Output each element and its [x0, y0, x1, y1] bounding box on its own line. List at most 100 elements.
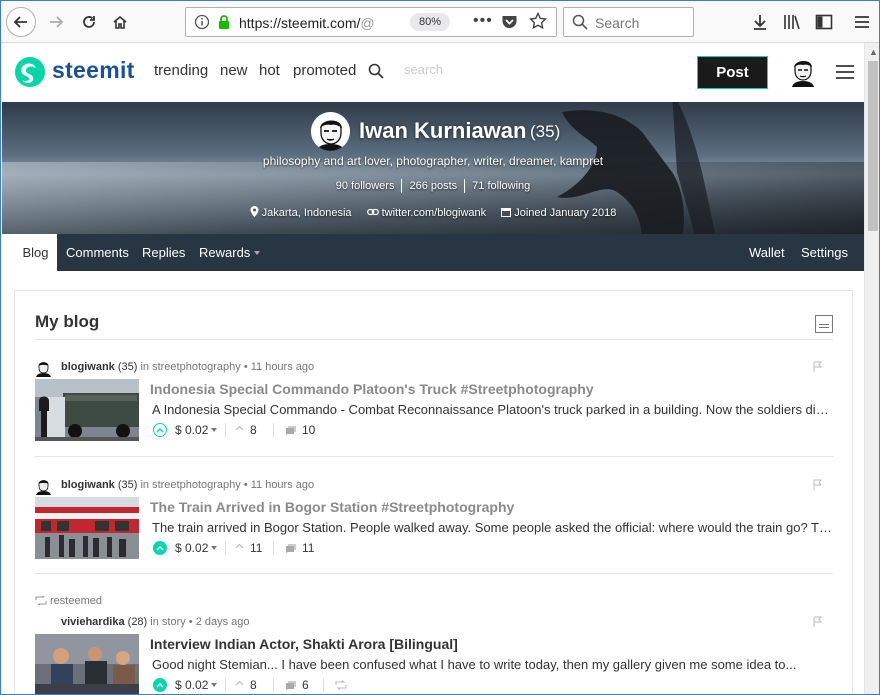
upvote-button[interactable]	[153, 423, 167, 437]
post-excerpt[interactable]: Good night Stemian... I have been confus…	[152, 657, 832, 672]
footer-divider	[273, 678, 274, 692]
resteem-indicator: resteemed	[35, 595, 102, 607]
toggle-line	[819, 327, 829, 328]
chevron-up-icon	[156, 546, 164, 551]
vote-count[interactable]: 8	[250, 423, 257, 437]
arrow-left-icon	[13, 16, 27, 28]
vote-count[interactable]: 8	[250, 678, 257, 692]
comment-count[interactable]: 6	[302, 678, 309, 692]
post-title[interactable]: The Train Arrived in Bogor Station #Stre…	[150, 499, 514, 515]
blog-feed: My blog blogiwank (35) in streetphotogra…	[14, 290, 853, 695]
page-scrollbar[interactable]: ▲	[864, 43, 879, 694]
pocket-icon[interactable]	[501, 14, 518, 30]
link-icon	[366, 208, 379, 216]
profile-stats: 90 followers 266 posts 71 following	[2, 179, 864, 193]
browser-search-box[interactable]: Search	[563, 7, 694, 37]
post-title[interactable]: Indonesia Special Commando Platoon's Tru…	[150, 381, 594, 397]
post-excerpt[interactable]: A Indonesia Special Commando - Combat Re…	[152, 402, 832, 417]
post-meta[interactable]: in story • 2 days ago	[150, 616, 249, 628]
resteem-icon	[35, 595, 47, 606]
following-link[interactable]: 71 following	[472, 180, 530, 192]
scrollbar-thumb[interactable]	[868, 61, 878, 231]
url-text[interactable]: https://steemit.com/@	[239, 15, 375, 31]
brand-name[interactable]: steemit	[52, 57, 135, 84]
zoom-indicator[interactable]: 80%	[410, 13, 450, 31]
post-meta[interactable]: in streetphotography • 11 hours ago	[140, 479, 314, 491]
url-main: https://steemit.com/	[239, 15, 361, 31]
post-author[interactable]: blogiwank	[61, 361, 115, 373]
search-icon[interactable]	[368, 63, 384, 79]
website-item[interactable]: twitter.com/blogiwank	[366, 207, 487, 219]
nav-promoted[interactable]: promoted	[293, 62, 356, 79]
back-button[interactable]	[6, 7, 36, 37]
post-meta[interactable]: in streetphotography • 11 hours ago	[140, 361, 314, 373]
site-search-input[interactable]: search	[404, 62, 443, 77]
steemit-logo-icon[interactable]	[14, 56, 46, 88]
cover-shore	[2, 162, 864, 234]
post-title[interactable]: Interview Indian Actor, Shakti Arora [Bi…	[150, 636, 458, 652]
lock-icon[interactable]	[216, 14, 232, 30]
menu-icon[interactable]	[852, 12, 872, 32]
reblog-icon[interactable]	[335, 680, 347, 690]
footer-divider	[273, 541, 274, 555]
tab-comments[interactable]: Comments	[66, 234, 129, 271]
post-button[interactable]: Post	[697, 56, 768, 89]
profile-avatar[interactable]	[311, 112, 350, 151]
followers-link[interactable]: 90 followers	[336, 180, 395, 192]
reload-button[interactable]	[74, 7, 104, 37]
tab-settings[interactable]: Settings	[801, 234, 848, 271]
post-payout[interactable]: $ 0.02	[175, 678, 208, 692]
bookmark-star-icon[interactable]	[529, 12, 547, 30]
author-avatar[interactable]	[35, 477, 52, 495]
post-thumbnail[interactable]	[35, 634, 139, 695]
reload-icon	[83, 16, 95, 28]
hamburger-menu-icon[interactable]	[836, 65, 854, 79]
post-thumbnail[interactable]	[35, 379, 139, 441]
forward-button[interactable]	[41, 7, 71, 37]
download-icon[interactable]	[750, 12, 770, 32]
joined-item: Joined January 2018	[501, 207, 616, 219]
comment-count[interactable]: 10	[302, 423, 315, 437]
post-author[interactable]: blogiwank	[61, 479, 115, 491]
flag-icon[interactable]	[813, 361, 823, 373]
browser-search-placeholder: Search	[595, 15, 640, 31]
footer-divider	[225, 541, 226, 555]
profile-bio: philosophy and art lover, photographer, …	[262, 154, 604, 168]
post-thumbnail[interactable]	[35, 497, 139, 559]
chevron-down-icon[interactable]	[211, 683, 217, 687]
tab-rewards[interactable]: Rewards	[199, 234, 261, 271]
nav-hot[interactable]: hot	[259, 62, 280, 79]
url-bar[interactable]: https://steemit.com/@ 80% •••	[185, 7, 557, 37]
vote-count[interactable]: 11	[250, 541, 262, 555]
chevron-down-icon[interactable]	[211, 546, 217, 550]
post-excerpt[interactable]: The train arrived in Bogor Station. Peop…	[152, 520, 832, 535]
home-button[interactable]	[105, 7, 135, 37]
scroll-up-icon[interactable]: ▲	[869, 47, 878, 57]
sidebar-icon[interactable]	[814, 12, 834, 32]
author-avatar[interactable]	[35, 359, 52, 377]
nav-trending[interactable]: trending	[154, 62, 208, 79]
calendar-icon	[501, 208, 512, 217]
post-divider	[35, 573, 833, 574]
post-author[interactable]: viviehardika	[61, 616, 125, 628]
post-payout[interactable]: $ 0.02	[175, 423, 208, 437]
tab-blog[interactable]: Blog	[14, 234, 57, 271]
tab-wallet[interactable]: Wallet	[749, 234, 785, 271]
layout-toggle-icon[interactable]	[815, 315, 833, 333]
flag-icon[interactable]	[813, 616, 823, 628]
chevron-down-icon[interactable]	[211, 428, 217, 432]
comment-count[interactable]: 11	[302, 541, 314, 555]
flag-icon[interactable]	[813, 479, 823, 491]
info-icon[interactable]	[194, 14, 210, 30]
stats-divider	[464, 179, 466, 193]
upvote-button[interactable]	[153, 541, 167, 555]
nav-new[interactable]: new	[220, 62, 248, 79]
post-payout[interactable]: $ 0.02	[175, 541, 208, 555]
upvote-button[interactable]	[153, 678, 167, 692]
tab-replies[interactable]: Replies	[142, 234, 185, 271]
website-text[interactable]: twitter.com/blogiwank	[382, 207, 487, 219]
page-actions-icon[interactable]: •••	[473, 12, 493, 30]
library-icon[interactable]	[782, 12, 802, 32]
user-avatar[interactable]	[789, 57, 817, 87]
arrow-right-icon	[50, 16, 64, 28]
